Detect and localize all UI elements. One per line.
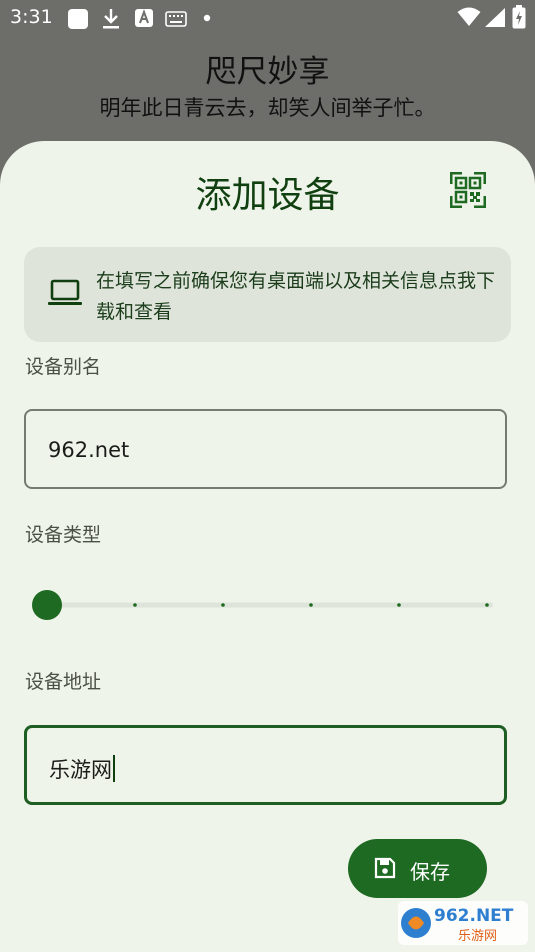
download-icon [103, 9, 119, 29]
signal-icon [485, 8, 505, 27]
laptop-icon [48, 279, 82, 305]
notification-square-icon [68, 9, 88, 29]
save-icon [374, 857, 396, 879]
address-value: 乐游网 [49, 754, 115, 784]
slider-tick [309, 603, 313, 607]
watermark-logo-text: 962.NET [434, 906, 514, 926]
slider-tick [221, 603, 225, 607]
text-cursor [113, 755, 115, 782]
site-watermark-logo: 962.NET 乐游网 [398, 901, 528, 945]
battery-icon [512, 5, 526, 29]
app-title: 咫尺妙享 [205, 54, 330, 90]
slider-thumb [32, 590, 62, 620]
alias-label: 设备别名 [25, 356, 102, 378]
slider-tick [397, 603, 401, 607]
status-bar: 3:31 [0, 0, 535, 36]
keyboard-icon [165, 11, 187, 27]
alias-input[interactable]: 962.net [24, 409, 507, 489]
app-subtitle: 明年此日青云去，却笑人间举子忙。 [99, 96, 436, 120]
alias-value: 962.net [48, 438, 130, 462]
save-button[interactable]: 保存 [348, 839, 487, 898]
dot-icon [203, 14, 211, 22]
text-a-icon [135, 9, 153, 27]
type-label: 设备类型 [25, 524, 102, 546]
address-label: 设备地址 [25, 671, 102, 693]
qr-scan-icon[interactable] [449, 171, 487, 209]
save-label: 保存 [410, 860, 450, 884]
watermark-caption: 乐游网 [458, 929, 497, 944]
device-type-slider[interactable] [28, 588, 498, 622]
slider-tick [133, 603, 137, 607]
address-input[interactable]: 乐游网 [24, 725, 507, 805]
slider-tick [485, 603, 489, 607]
status-time: 3:31 [10, 6, 53, 28]
wifi-icon [457, 7, 481, 26]
download-info-text[interactable]: 在填写之前确保您有桌面端以及相关信息点我下载和查看 [96, 266, 496, 328]
slider-track [33, 602, 493, 608]
